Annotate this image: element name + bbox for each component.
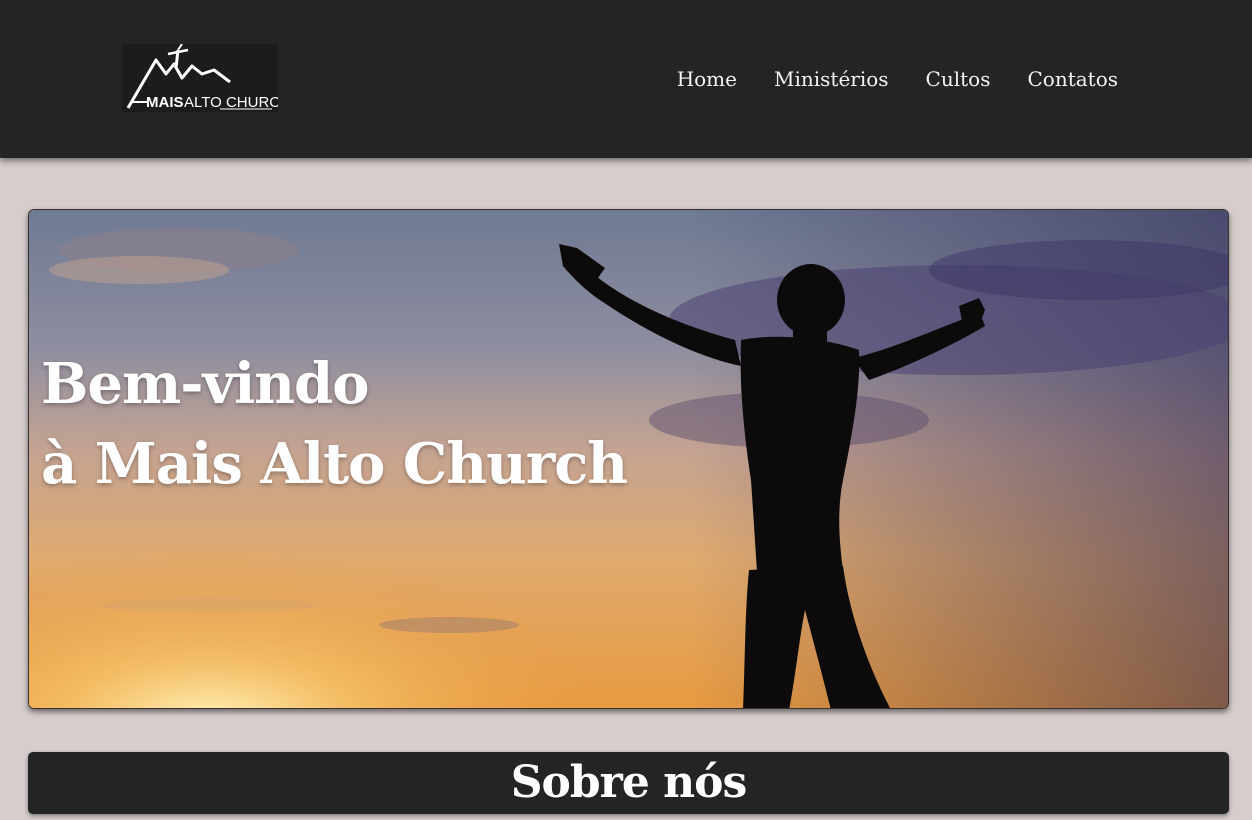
nav-cultos-link[interactable]: Cultos (926, 64, 991, 94)
hero-banner: Bem-vindo à Mais Alto Church (28, 209, 1229, 709)
logo-text-bold: MAIS (146, 94, 184, 111)
nav-home-link[interactable]: Home (677, 64, 737, 94)
hero-title-line1: Bem-vindo (41, 351, 370, 417)
nav-ministerios-link[interactable]: Ministérios (774, 64, 889, 94)
main-nav: Home Ministérios Cultos Contatos (677, 64, 1118, 94)
about-section-header: Sobre nós (28, 752, 1229, 814)
hero-title: Bem-vindo à Mais Alto Church (41, 344, 628, 504)
logo-text-regular: ALTO CHURCH (184, 94, 278, 111)
about-title: Sobre nós (510, 757, 747, 808)
hero-title-line2: à Mais Alto Church (41, 431, 628, 497)
site-header: MAIS ALTO CHURCH Home Ministérios Cultos… (0, 0, 1252, 158)
site-logo[interactable]: MAIS ALTO CHURCH (122, 44, 278, 112)
mountain-logo-icon: MAIS ALTO CHURCH (126, 44, 278, 111)
nav-contatos-link[interactable]: Contatos (1027, 64, 1118, 94)
